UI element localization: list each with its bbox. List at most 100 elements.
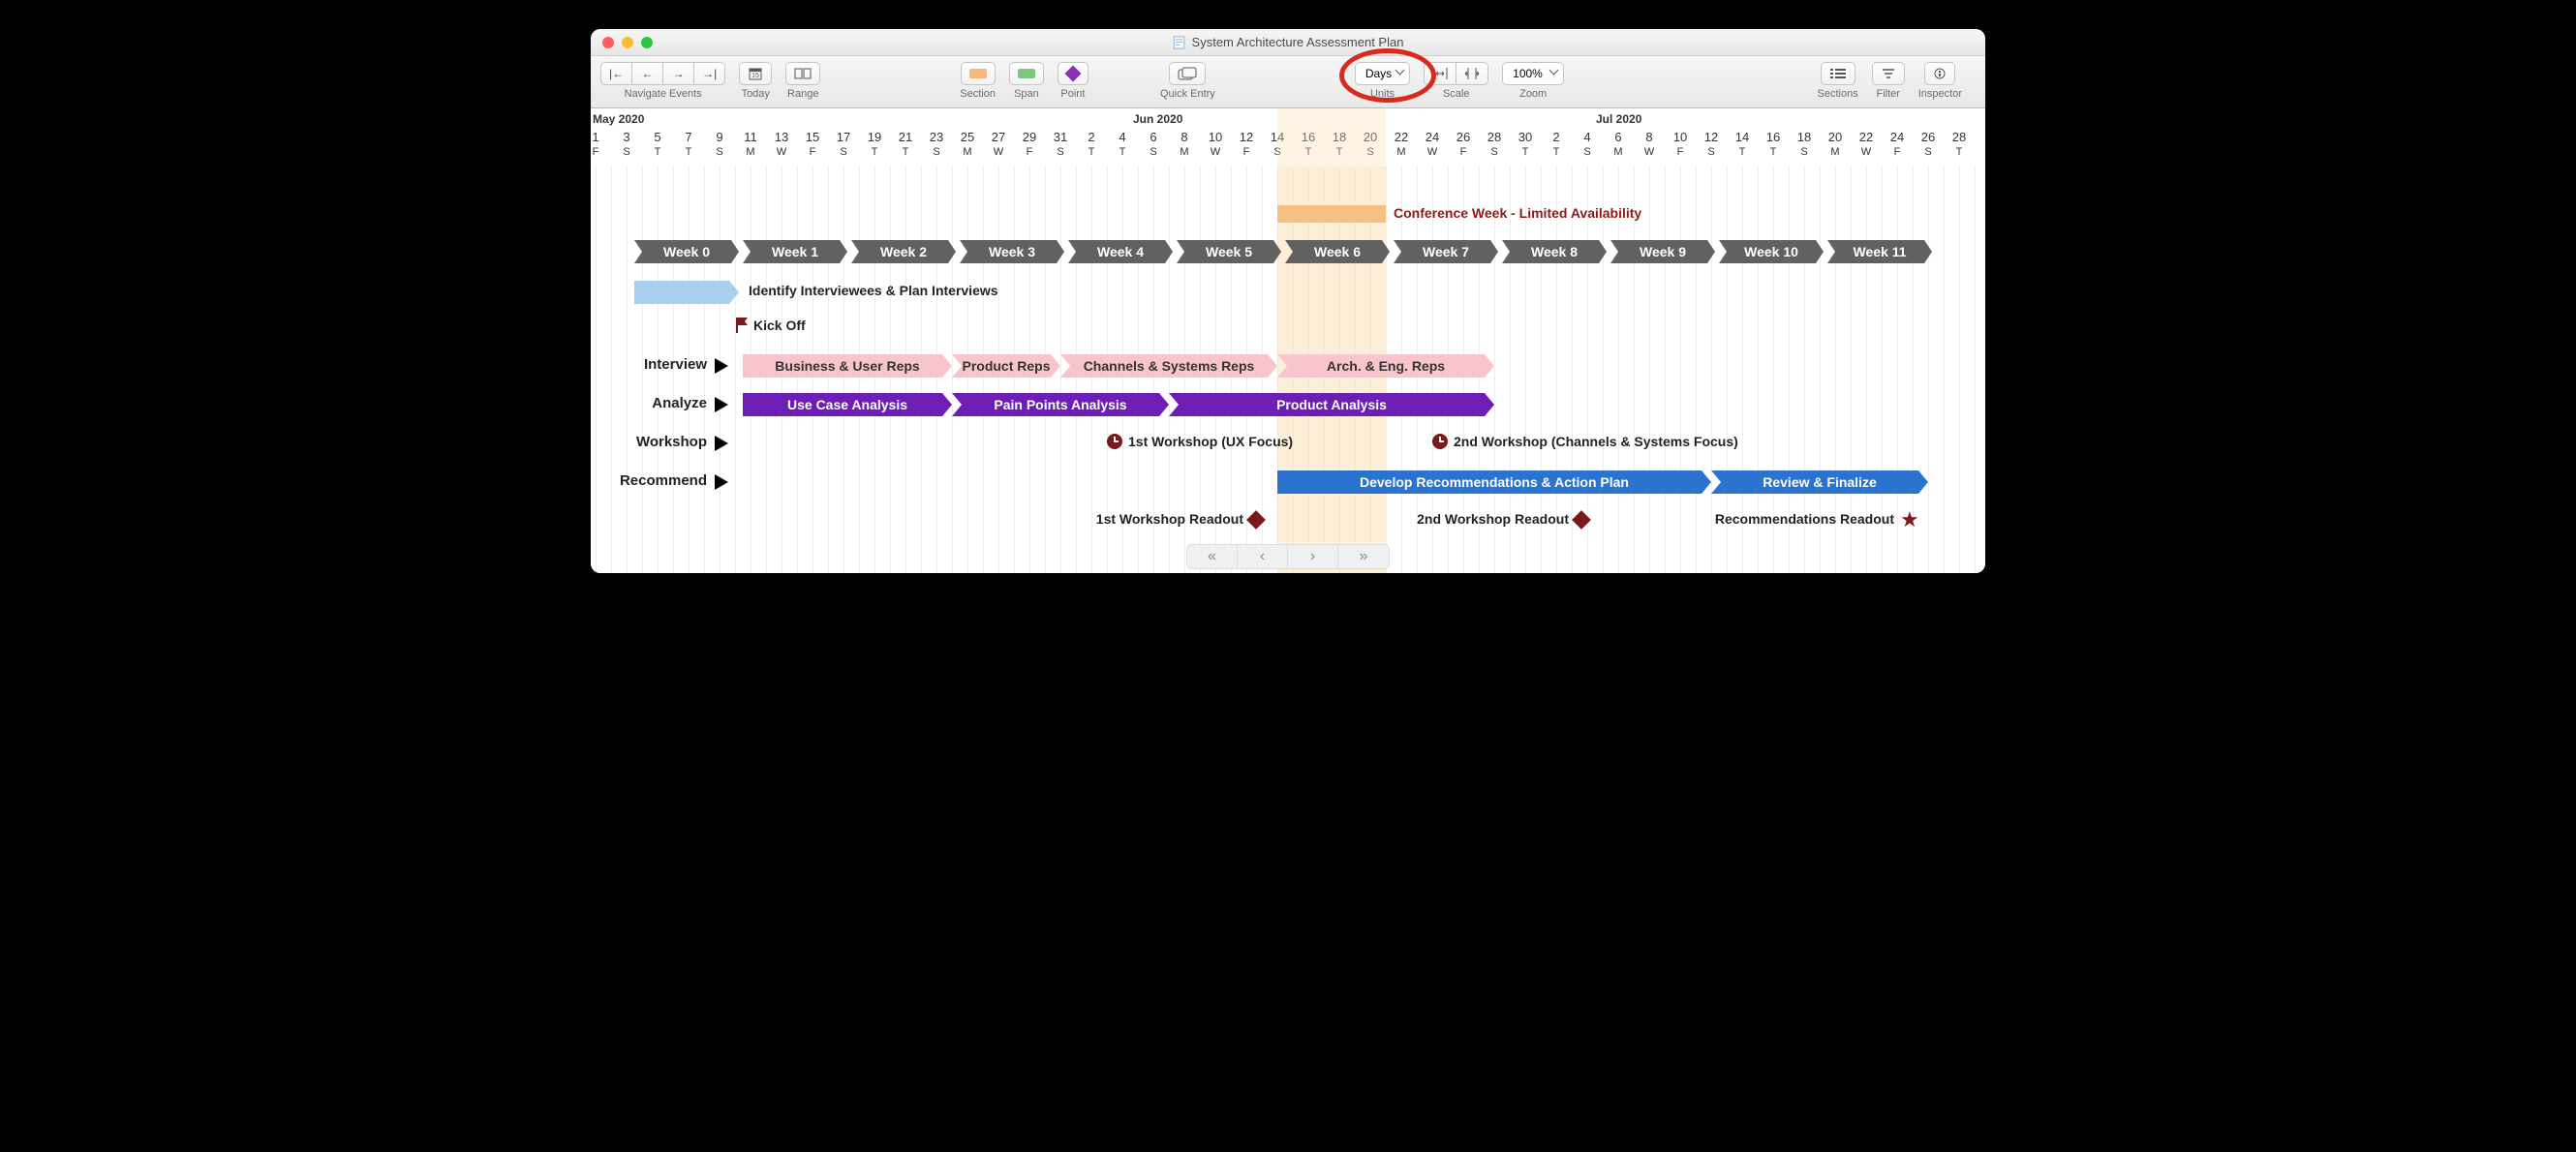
week-bar[interactable]: Week 9	[1610, 240, 1715, 263]
week-bar[interactable]: Week 3	[960, 240, 1064, 263]
analyze-bar[interactable]: Pain Points Analysis	[952, 393, 1169, 416]
triangle-icon[interactable]	[715, 474, 728, 490]
window-title: System Architecture Assessment Plan	[1173, 35, 1404, 49]
triangle-icon[interactable]	[715, 358, 728, 374]
interview-bar[interactable]: Product Reps	[952, 354, 1060, 378]
calendar-icon: 15	[748, 66, 763, 81]
row-label: Interview	[591, 356, 707, 373]
filter-group: Filter	[1872, 62, 1905, 100]
timeline-canvas[interactable]: May 2020Jun 2020Jul 2020 1F3S5T7T9S11M13…	[591, 108, 1985, 573]
milestone-label: 1st Workshop Readout	[1096, 511, 1243, 527]
nav-last-button[interactable]: →|	[694, 62, 725, 85]
pager-last-button[interactable]: »	[1338, 545, 1389, 568]
section-button[interactable]	[961, 62, 996, 85]
week-bar[interactable]: Week 5	[1177, 240, 1281, 263]
point-button[interactable]	[1058, 62, 1089, 85]
day-label: 19T	[864, 130, 885, 158]
filter-button[interactable]	[1872, 62, 1905, 85]
grid: Conference Week - Limited AvailabilityWe…	[591, 167, 1985, 573]
recommend-bar[interactable]: Develop Recommendations & Action Plan	[1277, 470, 1711, 494]
month-label: Jul 2020	[1596, 112, 1641, 126]
zoom-select[interactable]: 100%	[1502, 62, 1564, 85]
week-bar[interactable]: Week 4	[1068, 240, 1173, 263]
day-label: 13W	[771, 130, 792, 158]
navigate-group: |← ← → →| Navigate Events	[600, 62, 725, 100]
week-bar[interactable]: Week 1	[743, 240, 847, 263]
scale-group: Scale	[1424, 62, 1488, 100]
clock-icon[interactable]	[1107, 434, 1122, 449]
week-bar[interactable]: Week 10	[1719, 240, 1824, 263]
span-button[interactable]	[1009, 62, 1044, 85]
pager-next-button[interactable]: ›	[1288, 545, 1338, 568]
quick-group: Quick Entry	[1160, 62, 1215, 100]
inspector-button[interactable]	[1924, 62, 1955, 85]
units-select[interactable]: Days	[1355, 62, 1410, 85]
range-button[interactable]	[785, 62, 820, 85]
day-label: 17S	[833, 130, 854, 158]
today-group: 15 Today	[739, 62, 772, 100]
range-group: Range	[785, 62, 820, 100]
day-label: 26S	[1917, 130, 1939, 158]
point-label: Point	[1060, 88, 1085, 100]
flag-icon[interactable]	[736, 318, 748, 333]
day-label: 3S	[616, 130, 637, 158]
week-bar[interactable]: Week 2	[851, 240, 956, 263]
day-label: 4S	[1577, 130, 1598, 158]
pager-prev-button[interactable]: ‹	[1238, 545, 1288, 568]
clock-icon[interactable]	[1432, 434, 1448, 449]
day-label: 6S	[1143, 130, 1164, 158]
scale-expand-button[interactable]	[1457, 62, 1488, 85]
pager-first-button[interactable]: «	[1187, 545, 1238, 568]
week-bar[interactable]: Week 6	[1285, 240, 1390, 263]
triangle-icon[interactable]	[715, 436, 728, 451]
interview-bar[interactable]: Arch. & Eng. Reps	[1277, 354, 1494, 378]
day-label: 11M	[740, 130, 761, 158]
day-label: 6M	[1608, 130, 1629, 158]
analyze-bar[interactable]: Use Case Analysis	[743, 393, 952, 416]
inspector-label: Inspector	[1918, 88, 1962, 100]
day-label: 4T	[1112, 130, 1133, 158]
day-label: 29F	[1019, 130, 1040, 158]
nav-next-button[interactable]: →	[663, 62, 694, 85]
day-label: 1F	[591, 130, 606, 158]
day-label: 18S	[1794, 130, 1815, 158]
recommend-bar[interactable]: Review & Finalize	[1711, 470, 1928, 494]
interview-bar[interactable]: Channels & Systems Reps	[1060, 354, 1277, 378]
nav-first-button[interactable]: |←	[600, 62, 632, 85]
sections-icon	[1829, 67, 1847, 80]
week-bar[interactable]: Week 0	[634, 240, 739, 263]
quick-entry-button[interactable]	[1169, 62, 1206, 85]
zoom-label: Zoom	[1519, 88, 1547, 100]
conference-bar[interactable]	[1277, 205, 1386, 223]
row-label: Recommend	[591, 472, 707, 489]
traffic-lights	[591, 37, 653, 48]
day-label: 14T	[1732, 130, 1753, 158]
day-label: 31S	[1050, 130, 1071, 158]
identify-bar[interactable]	[634, 281, 739, 304]
week-bar[interactable]: Week 8	[1502, 240, 1607, 263]
sections-button[interactable]	[1821, 62, 1855, 85]
day-label: 12S	[1701, 130, 1722, 158]
month-label: May 2020	[593, 112, 644, 126]
week-bar[interactable]: Week 7	[1394, 240, 1498, 263]
scale-expand-icon	[1464, 67, 1480, 80]
day-label: 7T	[678, 130, 699, 158]
today-button[interactable]: 15	[739, 62, 772, 85]
analyze-bar[interactable]: Product Analysis	[1169, 393, 1494, 416]
day-label: 8M	[1174, 130, 1195, 158]
day-label: 22W	[1855, 130, 1877, 158]
star-icon[interactable]: ★	[1900, 513, 1919, 527]
scale-fit-button[interactable]	[1424, 62, 1457, 85]
zoom-icon[interactable]	[641, 37, 653, 48]
week-bar[interactable]: Week 11	[1827, 240, 1932, 263]
triangle-icon[interactable]	[715, 397, 728, 412]
close-icon[interactable]	[602, 37, 614, 48]
svg-text:15: 15	[751, 73, 759, 79]
day-label: 28T	[1948, 130, 1970, 158]
day-label: 22M	[1391, 130, 1412, 158]
minimize-icon[interactable]	[622, 37, 633, 48]
scale-fit-icon	[1432, 67, 1448, 80]
kickoff-label: Kick Off	[753, 318, 806, 333]
nav-prev-button[interactable]: ←	[632, 62, 663, 85]
interview-bar[interactable]: Business & User Reps	[743, 354, 952, 378]
